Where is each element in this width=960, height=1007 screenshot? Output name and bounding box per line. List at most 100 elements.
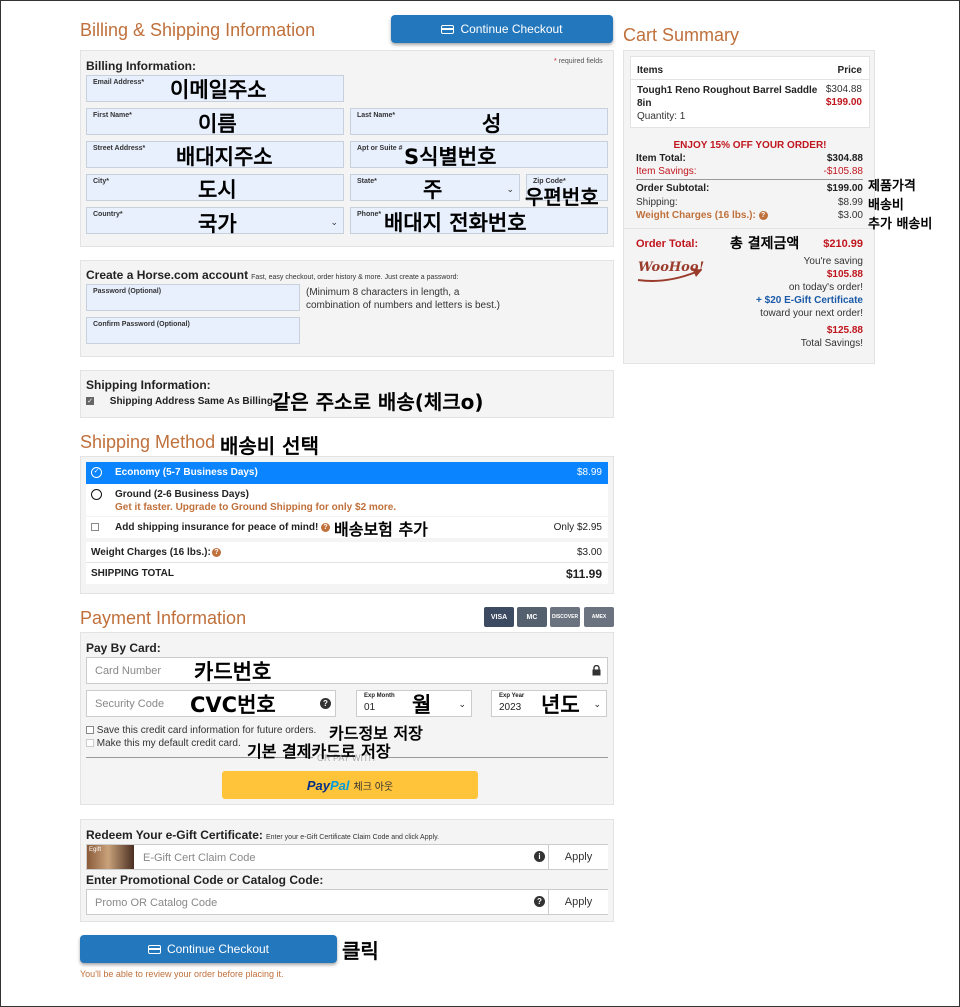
annotation-month: 월 bbox=[412, 693, 432, 717]
shipping-value: $8.99 bbox=[837, 197, 863, 208]
annotation-phone: 배대지 전화번호 bbox=[384, 211, 527, 235]
top-continue-checkout-label: Continue Checkout bbox=[460, 22, 563, 36]
shipping-totals: Weight Charges (16 lbs.): ? $3.00 SHIPPI… bbox=[86, 542, 608, 584]
bottom-continue-checkout-label: Continue Checkout bbox=[166, 942, 270, 956]
product-name[interactable]: Tough1 Reno Roughout Barrel Saddle 8in bbox=[637, 84, 817, 110]
mastercard-icon: MC bbox=[517, 607, 547, 627]
account-heading: Create a Horse.com account Fast, easy ch… bbox=[86, 268, 459, 282]
annotation-extra-shipping: 추가 배송비 bbox=[868, 217, 933, 232]
save-card-row[interactable]: Save this credit card information for fu… bbox=[86, 725, 316, 736]
save-card-checkbox[interactable] bbox=[86, 726, 94, 735]
economy-option[interactable]: ✓ Economy (5-7 Business Days) $8.99 bbox=[86, 462, 608, 484]
billing-section-label: Billing Information: bbox=[86, 59, 196, 73]
question-icon[interactable]: ? bbox=[321, 523, 330, 532]
card-number-input[interactable]: Card Number bbox=[86, 657, 608, 684]
info-icon[interactable]: i bbox=[534, 851, 545, 862]
top-continue-checkout-button[interactable]: Continue Checkout bbox=[391, 15, 613, 43]
paypal-checkout-button[interactable]: PayPal 체크 아웃 bbox=[222, 771, 478, 799]
chevron-down-icon: ⌄ bbox=[330, 217, 338, 227]
annotation-shipping-method: 배송비 선택 bbox=[220, 434, 319, 458]
insurance-checkbox[interactable] bbox=[91, 523, 99, 531]
saving-line: You're saving bbox=[803, 256, 863, 267]
woohoo-logo: WooHoo! bbox=[636, 258, 706, 284]
annotation-year: 년도 bbox=[541, 693, 580, 717]
question-icon[interactable]: ? bbox=[320, 698, 331, 709]
annotation-default-card: 기본 결제카드로 저장 bbox=[247, 742, 391, 761]
total-savings-amount: $125.88 bbox=[826, 325, 863, 336]
confirm-password-field[interactable]: Confirm Password (Optional) bbox=[86, 317, 300, 344]
required-star: * bbox=[554, 58, 557, 65]
item-savings-value: -$105.88 bbox=[823, 166, 863, 177]
chevron-down-icon: ⌄ bbox=[458, 699, 466, 709]
same-as-billing-checkbox[interactable]: ✓ bbox=[86, 397, 94, 406]
radio-empty-icon bbox=[91, 489, 102, 500]
promo-input[interactable]: Promo OR Catalog Code ? Apply bbox=[86, 889, 608, 915]
weight-charges-row: Weight Charges (16 lbs.): ? bbox=[636, 210, 768, 221]
order-total-label: Order Total: bbox=[636, 238, 699, 250]
discover-icon: DISCOVER bbox=[550, 607, 580, 627]
check-circle-icon: ✓ bbox=[91, 467, 102, 478]
default-card-checkbox[interactable] bbox=[86, 739, 94, 748]
annotation-shipping-cost: 배송비 bbox=[868, 198, 904, 213]
annotation-email: 이메일주소 bbox=[170, 78, 267, 102]
annotation-same-address: 같은 주소로 배송(체크o) bbox=[272, 390, 484, 414]
divider bbox=[623, 228, 875, 229]
annotation-click: 클릭 bbox=[342, 939, 379, 963]
bottom-continue-checkout-button[interactable]: Continue Checkout bbox=[80, 935, 337, 963]
cart-summary-heading: Cart Summary bbox=[623, 25, 740, 45]
annotation-city: 도시 bbox=[198, 178, 237, 202]
item-savings-label: Item Savings: bbox=[636, 166, 697, 177]
default-card-row[interactable]: Make this my default credit card. bbox=[86, 738, 241, 749]
shipping-method-heading: Shipping Method bbox=[80, 432, 216, 452]
promo-apply-button[interactable]: Apply bbox=[548, 890, 608, 914]
saving-amount: $105.88 bbox=[826, 269, 863, 280]
item-total-label: Item Total: bbox=[636, 153, 686, 164]
weight-charges-value: $3.00 bbox=[837, 210, 863, 221]
annotation-insurance: 배송보험 추가 bbox=[334, 520, 428, 539]
annotation-last-name: 성 bbox=[482, 112, 502, 136]
annotation-product-price: 제품가격 bbox=[868, 179, 916, 194]
annotation-country: 국가 bbox=[198, 212, 237, 236]
lock-icon bbox=[592, 664, 601, 679]
total-savings-label: Total Savings! bbox=[800, 338, 863, 349]
annotation-zip: 우편번호 bbox=[525, 185, 599, 209]
shipping-info-heading: Shipping Information: bbox=[86, 378, 211, 392]
egift-bonus: + $20 E-Gift Certificate bbox=[756, 295, 863, 306]
order-subtotal-label: Order Subtotal: bbox=[636, 183, 710, 194]
cart-items-box: Items Price Tough1 Reno Roughout Barrel … bbox=[630, 56, 870, 128]
annotation-cvc: CVC번호 bbox=[190, 693, 276, 717]
password-hint: (Minimum 8 characters in length, a combin… bbox=[306, 287, 500, 311]
credit-card-icon bbox=[441, 24, 455, 34]
pay-by-card-label: Pay By Card: bbox=[86, 641, 161, 655]
amex-icon: AMEX bbox=[584, 607, 614, 627]
egift-thumbnail: Egift bbox=[87, 845, 134, 869]
annotation-apt: S식별번호 bbox=[404, 145, 497, 169]
same-as-billing-row[interactable]: ✓ Shipping Address Same As Billing bbox=[86, 396, 273, 407]
chevron-down-icon: ⌄ bbox=[593, 699, 601, 709]
last-name-field[interactable]: Last Name* bbox=[350, 108, 608, 135]
annotation-street: 배대지주소 bbox=[176, 145, 273, 169]
next-order: toward your next order! bbox=[760, 308, 863, 319]
promo-heading: Enter Promotional Code or Catalog Code: bbox=[86, 873, 324, 887]
egift-apply-button[interactable]: Apply bbox=[548, 845, 608, 869]
annotation-card-number: 카드번호 bbox=[194, 660, 272, 684]
visa-icon: VISA bbox=[484, 607, 514, 627]
question-icon[interactable]: ? bbox=[212, 548, 221, 557]
saving-today: on today's order! bbox=[788, 282, 863, 293]
credit-card-icon bbox=[147, 944, 161, 954]
ground-option[interactable]: Ground (2-6 Business Days) Get it faster… bbox=[86, 484, 608, 516]
question-icon[interactable]: ? bbox=[534, 896, 545, 907]
egift-input[interactable]: Egift E-Gift Cert Claim Code i Apply bbox=[86, 844, 608, 870]
billing-heading: Billing & Shipping Information bbox=[80, 20, 316, 40]
annotation-total-payment: 총 결제금액 bbox=[730, 236, 800, 252]
password-field[interactable]: Password (Optional) bbox=[86, 284, 300, 311]
review-note: You'll be able to review your order befo… bbox=[80, 969, 284, 979]
annotation-first-name: 이름 bbox=[198, 112, 237, 136]
payment-heading: Payment Information bbox=[80, 608, 247, 628]
divider bbox=[636, 179, 863, 180]
required-note: * required fields bbox=[554, 58, 603, 65]
shipping-label: Shipping: bbox=[636, 197, 678, 208]
order-subtotal-value: $199.00 bbox=[826, 183, 863, 194]
promo-banner: ENJOY 15% OFF YOUR ORDER! bbox=[673, 140, 827, 151]
egift-heading: Redeem Your e-Gift Certificate: Enter yo… bbox=[86, 828, 439, 842]
